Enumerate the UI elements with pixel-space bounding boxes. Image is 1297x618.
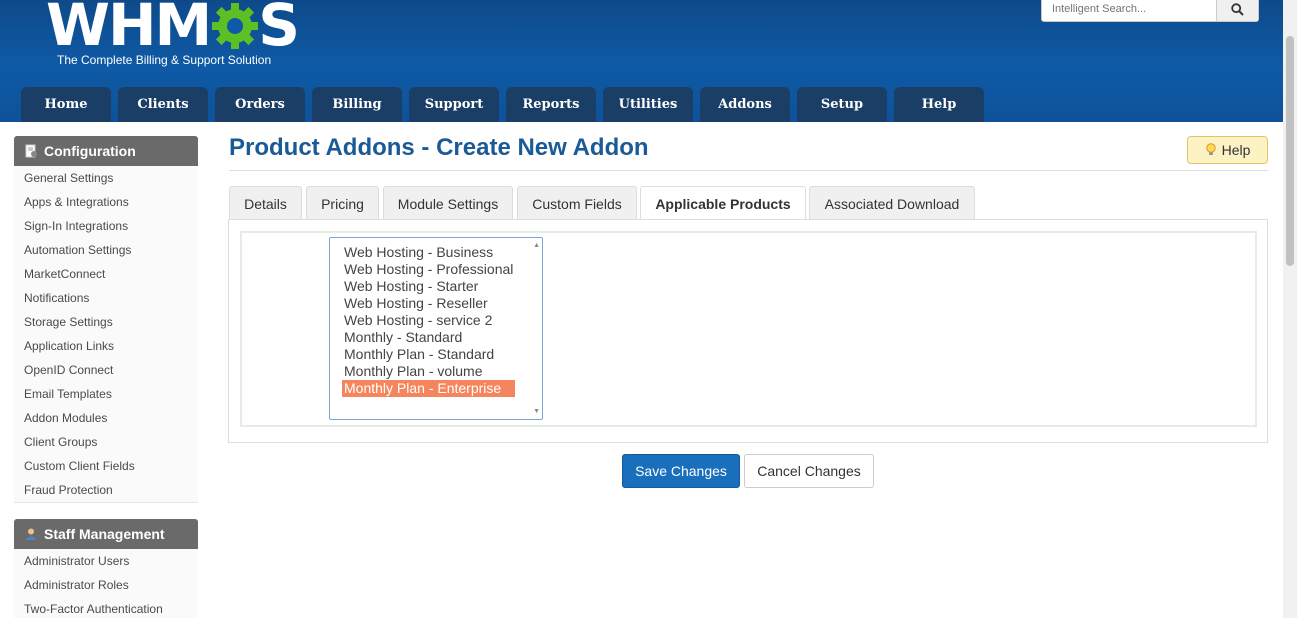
nav-setup[interactable]: Setup [797, 87, 887, 122]
staff-list: Administrator Users Administrator Roles … [14, 549, 198, 618]
sidebar-item-email-templates[interactable]: Email Templates [14, 382, 198, 406]
logo-tagline: The Complete Billing & Support Solution [57, 53, 272, 67]
logo-text: WHM S [46, 0, 300, 59]
sidebar-item-automation-settings[interactable]: Automation Settings [14, 238, 198, 262]
sidebar-item-general-settings[interactable]: General Settings [14, 166, 198, 190]
list-scroll-up-icon[interactable]: ▲ [533, 242, 540, 249]
product-option[interactable]: Monthly - Standard [330, 329, 515, 346]
sidebar: Configuration General Settings Apps & In… [14, 136, 198, 618]
scroll-thumb[interactable] [1286, 36, 1294, 266]
nav-utilities[interactable]: Utilities [603, 87, 693, 122]
applicable-products-select[interactable]: Web Hosting - Business Web Hosting - Pro… [329, 237, 543, 420]
product-option[interactable]: Monthly Plan - volume [330, 363, 515, 380]
save-changes-button[interactable]: Save Changes [622, 454, 740, 488]
sidebar-item-application-links[interactable]: Application Links [14, 334, 198, 358]
product-option[interactable]: Web Hosting - Business [330, 244, 515, 261]
help-button-label: Help [1221, 142, 1251, 158]
sidebar-item-sign-in-integrations[interactable]: Sign-In Integrations [14, 214, 198, 238]
sidebar-item-marketconnect[interactable]: MarketConnect [14, 262, 198, 286]
sidebar-item-addon-modules[interactable]: Addon Modules [14, 406, 198, 430]
page: WHM S The Complete Billing & Support Sol… [0, 0, 1297, 618]
product-option[interactable]: Web Hosting - Reseller [330, 295, 515, 312]
help-button[interactable]: Help [1187, 136, 1268, 164]
tab-associated-download[interactable]: Associated Download [809, 186, 975, 220]
whmcs-logo[interactable]: WHM S The Complete Billing & Support Sol… [46, 0, 306, 70]
sidebar-item-two-factor-authentication[interactable]: Two-Factor Authentication [14, 597, 198, 618]
header: WHM S The Complete Billing & Support Sol… [0, 0, 1283, 122]
tab-module-settings[interactable]: Module Settings [383, 186, 513, 220]
sidebar-item-custom-client-fields[interactable]: Custom Client Fields [14, 454, 198, 478]
sidebar-item-notifications[interactable]: Notifications [14, 286, 198, 310]
sidebar-header-label: Configuration [44, 143, 136, 159]
nav-support[interactable]: Support [409, 87, 499, 122]
sidebar-item-fraud-protection[interactable]: Fraud Protection [14, 478, 198, 502]
search-box [1041, 0, 1259, 22]
nav-addons[interactable]: Addons [700, 87, 790, 122]
lightbulb-icon [1205, 143, 1216, 155]
sidebar-item-openid-connect[interactable]: OpenID Connect [14, 358, 198, 382]
configuration-list: General Settings Apps & Integrations Sig… [14, 166, 198, 503]
tab-applicable-products[interactable]: Applicable Products [640, 186, 806, 221]
nav-home[interactable]: Home [21, 87, 111, 122]
nav-orders[interactable]: Orders [215, 87, 305, 122]
product-option[interactable]: Web Hosting - Starter [330, 278, 515, 295]
product-option-selected[interactable]: Monthly Plan - Enterprise [342, 380, 515, 397]
config-document-icon [25, 144, 37, 158]
tab-custom-fields[interactable]: Custom Fields [517, 186, 637, 220]
sidebar-item-administrator-users[interactable]: Administrator Users [14, 549, 198, 573]
search-icon [1231, 2, 1244, 16]
tab-pricing[interactable]: Pricing [306, 186, 379, 220]
sidebar-item-apps-integrations[interactable]: Apps & Integrations [14, 190, 198, 214]
page-title: Product Addons - Create New Addon [229, 134, 649, 161]
sidebar-item-administrator-roles[interactable]: Administrator Roles [14, 573, 198, 597]
nav-clients[interactable]: Clients [118, 87, 208, 122]
product-option[interactable]: Web Hosting - service 2 [330, 312, 515, 329]
search-button[interactable] [1216, 0, 1258, 21]
list-scroll-down-icon[interactable]: ▼ [533, 408, 540, 415]
gear-icon [212, 3, 259, 49]
product-option[interactable]: Monthly Plan - Standard [330, 346, 515, 363]
product-options: Web Hosting - Business Web Hosting - Pro… [330, 244, 515, 397]
cancel-changes-button[interactable]: Cancel Changes [744, 454, 874, 488]
sidebar-item-storage-settings[interactable]: Storage Settings [14, 310, 198, 334]
page-scrollbar[interactable] [1283, 0, 1297, 618]
sidebar-header-configuration: Configuration [14, 136, 198, 166]
sidebar-item-client-groups[interactable]: Client Groups [14, 430, 198, 454]
tab-details[interactable]: Details [229, 186, 302, 220]
sidebar-header-label: Staff Management [44, 526, 165, 542]
title-divider [229, 170, 1268, 171]
staff-user-icon [25, 528, 37, 540]
nav-billing[interactable]: Billing [312, 87, 402, 122]
sidebar-header-staff: Staff Management [14, 519, 198, 549]
nav-reports[interactable]: Reports [506, 87, 596, 122]
search-input[interactable] [1042, 0, 1218, 21]
product-option[interactable]: Web Hosting - Professional [330, 261, 515, 278]
nav-help[interactable]: Help [894, 87, 984, 122]
